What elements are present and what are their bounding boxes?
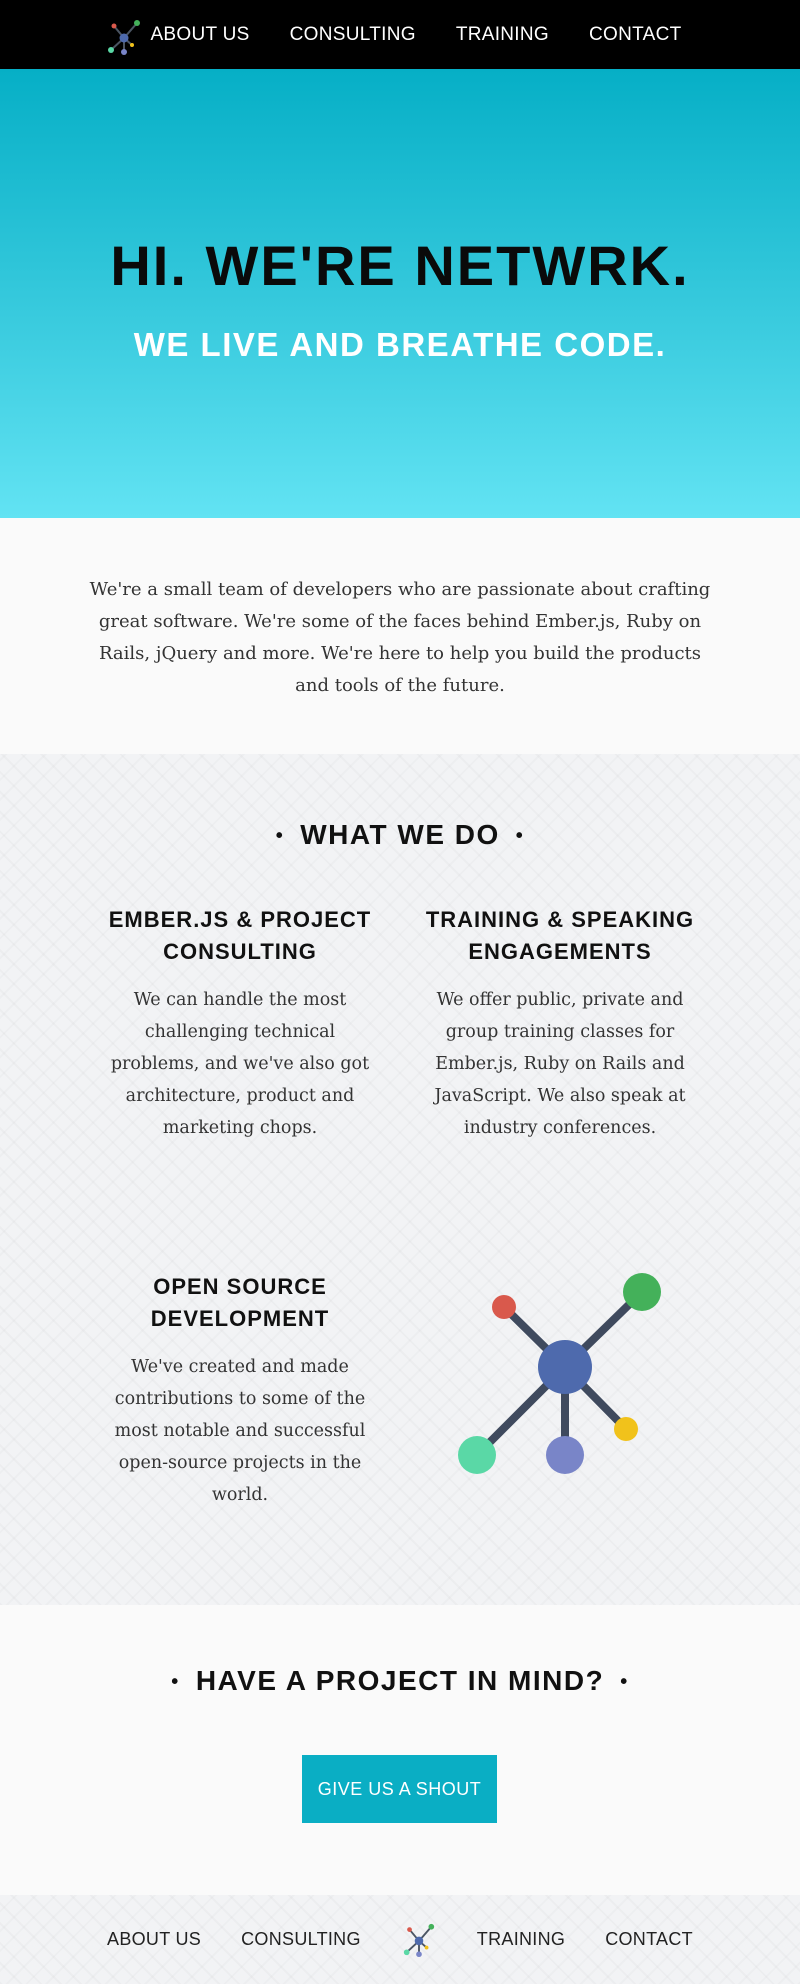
service-title-consulting: EMBER.JS & PROJECT CONSULTING bbox=[108, 907, 372, 964]
cta-title-text: HAVE A PROJECT IN MIND? bbox=[195, 1665, 605, 1696]
intro-section: We're a small team of developers who are… bbox=[0, 518, 800, 754]
hero-title: HI. WE'RE NETWRK. bbox=[110, 234, 690, 297]
what-we-do-title-text: WHAT WE DO bbox=[300, 819, 500, 850]
netwrk-logo-icon[interactable] bbox=[401, 1922, 437, 1958]
nav-training-link[interactable]: TRAINING bbox=[456, 24, 549, 46]
service-title-training: TRAINING & SPEAKING ENGAGEMENTS bbox=[425, 907, 695, 964]
service-title-open-source: OPEN SOURCE DEVELOPMENT bbox=[150, 1274, 330, 1331]
what-we-do-section: • WHAT WE DO • EMBER.JS & PROJECT CONSULTI… bbox=[0, 754, 800, 1605]
cta-dot-right: • bbox=[620, 1671, 629, 1694]
netwrk-logo-icon[interactable] bbox=[106, 18, 142, 56]
service-card-open-source: OPEN SOURCE DEVELOPMENT We've created an… bbox=[105, 1271, 375, 1511]
service-card-training: TRAINING & SPEAKING ENGAGEMENTS We offer… bbox=[425, 904, 695, 1144]
give-us-a-shout-button[interactable]: GIVE US A SHOUT bbox=[302, 1755, 497, 1823]
cta-title: • HAVE A PROJECT IN MIND? • bbox=[0, 1665, 800, 1697]
footer-training-link[interactable]: TRAINING bbox=[477, 1929, 565, 1950]
footer-consulting-link[interactable]: CONSULTING bbox=[241, 1929, 361, 1950]
top-nav-bar: ABOUT US CONSULTING TRAINING CONTACT bbox=[0, 0, 800, 69]
hero-subtitle: WE LIVE AND BREATHE CODE. bbox=[133, 326, 667, 363]
service-text-training: We offer public, private and group train… bbox=[434, 990, 686, 1138]
service-text-open-source: We've created and made contributions to … bbox=[114, 1357, 366, 1505]
network-graph-icon bbox=[458, 1273, 661, 1474]
footer-nav: ABOUT US CONSULTING TRAINING CONTACT bbox=[87, 1922, 713, 1958]
cta-section: • HAVE A PROJECT IN MIND? • GIVE US A SHOU… bbox=[0, 1605, 800, 1895]
service-card-consulting: EMBER.JS & PROJECT CONSULTING We can han… bbox=[105, 904, 375, 1144]
footer-contact-link[interactable]: CONTACT bbox=[605, 1929, 693, 1950]
title-dot-left: • bbox=[275, 825, 285, 848]
service-text-consulting: We can handle the most challenging techn… bbox=[110, 990, 370, 1138]
hero-section: HI. WE'RE NETWRK. WE LIVE AND BREATHE CO… bbox=[0, 69, 800, 518]
nav-about-us-link[interactable]: ABOUT US bbox=[150, 24, 249, 46]
footer-nav-bar: ABOUT US CONSULTING TRAINING CONTACT bbox=[0, 1895, 800, 1984]
cta-dot-left: • bbox=[171, 1671, 180, 1694]
main-nav: ABOUT US CONSULTING TRAINING CONTACT bbox=[130, 24, 701, 46]
nav-contact-link[interactable]: CONTACT bbox=[589, 24, 682, 46]
footer-about-us-link[interactable]: ABOUT US bbox=[107, 1929, 201, 1950]
nav-consulting-link[interactable]: CONSULTING bbox=[290, 24, 416, 46]
title-dot-right: • bbox=[515, 825, 525, 848]
what-we-do-title: • WHAT WE DO • bbox=[0, 819, 800, 851]
intro-text: We're a small team of developers who are… bbox=[89, 579, 711, 696]
